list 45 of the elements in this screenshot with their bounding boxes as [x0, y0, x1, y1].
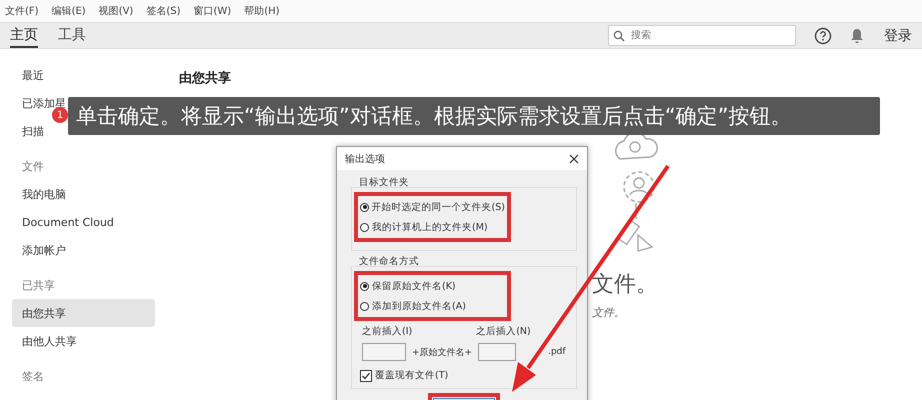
- bell-icon[interactable]: [850, 28, 864, 44]
- close-icon: [569, 154, 579, 164]
- step-badge: 1: [52, 107, 68, 123]
- dialog-title: 输出选项: [345, 152, 385, 166]
- login-link[interactable]: 登录: [884, 23, 912, 48]
- radio-option[interactable]: 添加到原始文件名(A): [360, 296, 505, 316]
- menu-item[interactable]: 视图(V): [98, 4, 134, 18]
- menu-item[interactable]: 文件(F): [5, 4, 39, 18]
- empty-title: 文件。: [592, 271, 658, 299]
- radio-option[interactable]: 保留原始文件名(K): [360, 276, 505, 296]
- menu-item[interactable]: 签名(S): [146, 4, 180, 18]
- field-label: 之前插入(I): [362, 325, 412, 338]
- overwrite-checkbox[interactable]: 覆盖现有文件(T): [360, 369, 574, 382]
- sidebar-item[interactable]: Document Cloud: [12, 208, 155, 236]
- field-label: 之后插入(N): [476, 325, 531, 338]
- menu-item[interactable]: 帮助(H): [244, 4, 280, 18]
- sidebar-item[interactable]: 由他人共享: [12, 327, 155, 355]
- help-icon[interactable]: [814, 26, 832, 44]
- radio-option[interactable]: 我的计算机上的文件夹(M): [360, 217, 505, 237]
- section-heading: 已共享: [21, 278, 56, 294]
- menu-item[interactable]: 窗口(W): [194, 4, 232, 18]
- tab[interactable]: 主页: [10, 23, 38, 48]
- check-icon: [361, 370, 371, 380]
- close-button[interactable]: [569, 154, 579, 164]
- sidebar-item[interactable]: 由您共享: [12, 299, 155, 327]
- section-heading: 签名: [21, 369, 45, 385]
- search-field[interactable]: 搜索: [608, 25, 796, 46]
- search-icon: [613, 30, 625, 42]
- sidebar-item[interactable]: 添加帐户: [12, 236, 155, 264]
- tab[interactable]: 工具: [58, 23, 86, 48]
- group-label: 文件命名方式: [359, 255, 420, 268]
- page-heading: 由您共享: [179, 70, 232, 87]
- input-field[interactable]: [362, 343, 406, 361]
- group-label: 目标文件夹: [359, 176, 410, 189]
- sidebar-item[interactable]: 最近: [12, 61, 155, 89]
- empty-subtitle: 文件。: [592, 305, 625, 320]
- input-field[interactable]: [478, 343, 516, 361]
- menu-item[interactable]: 编辑(E): [52, 4, 86, 18]
- extension-label: .pdf: [548, 347, 566, 357]
- tutorial-text: 单击确定。将显示“输出选项”对话框。根据实际需求设置后点击“确定”按钮。: [75, 103, 792, 130]
- radio-option[interactable]: 开始时选定的同一个文件夹(S): [360, 197, 505, 217]
- search-input[interactable]: 搜索: [629, 29, 783, 42]
- section-heading: 文件: [21, 159, 45, 175]
- filename-label: +原始文件名+: [412, 346, 472, 358]
- sidebar-item[interactable]: 我的电脑: [12, 180, 155, 208]
